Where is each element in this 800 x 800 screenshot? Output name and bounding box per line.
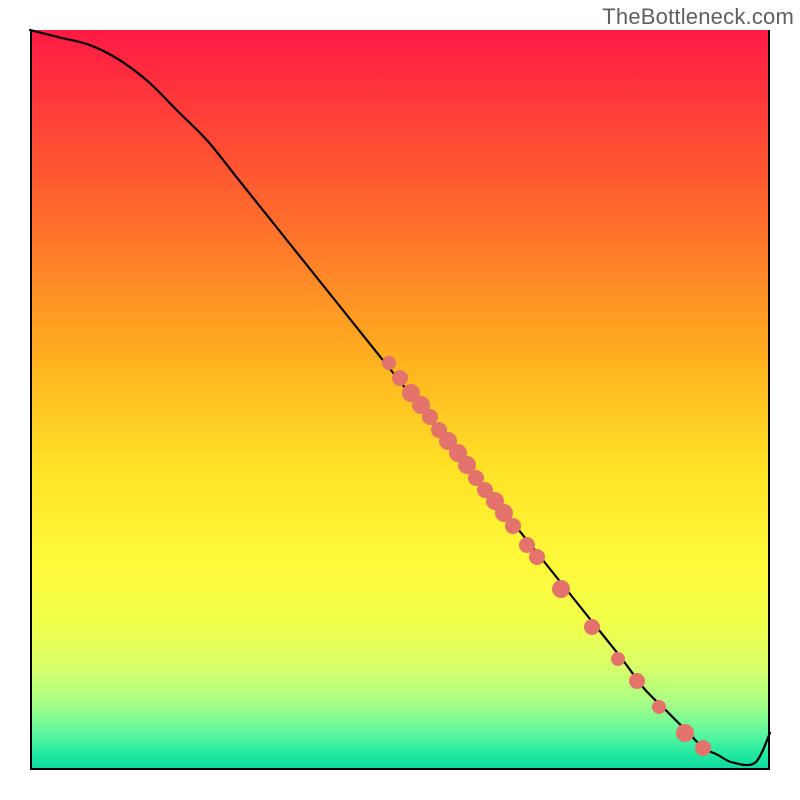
attribution-label: TheBottleneck.com (602, 4, 794, 30)
axis-bottom (30, 768, 770, 770)
curve-svg (30, 30, 770, 770)
axis-left (30, 30, 32, 770)
axis-right (768, 30, 770, 770)
bottleneck-chart: TheBottleneck.com (0, 0, 800, 800)
plot-area (30, 30, 770, 770)
bottleneck-curve-path (30, 30, 770, 765)
